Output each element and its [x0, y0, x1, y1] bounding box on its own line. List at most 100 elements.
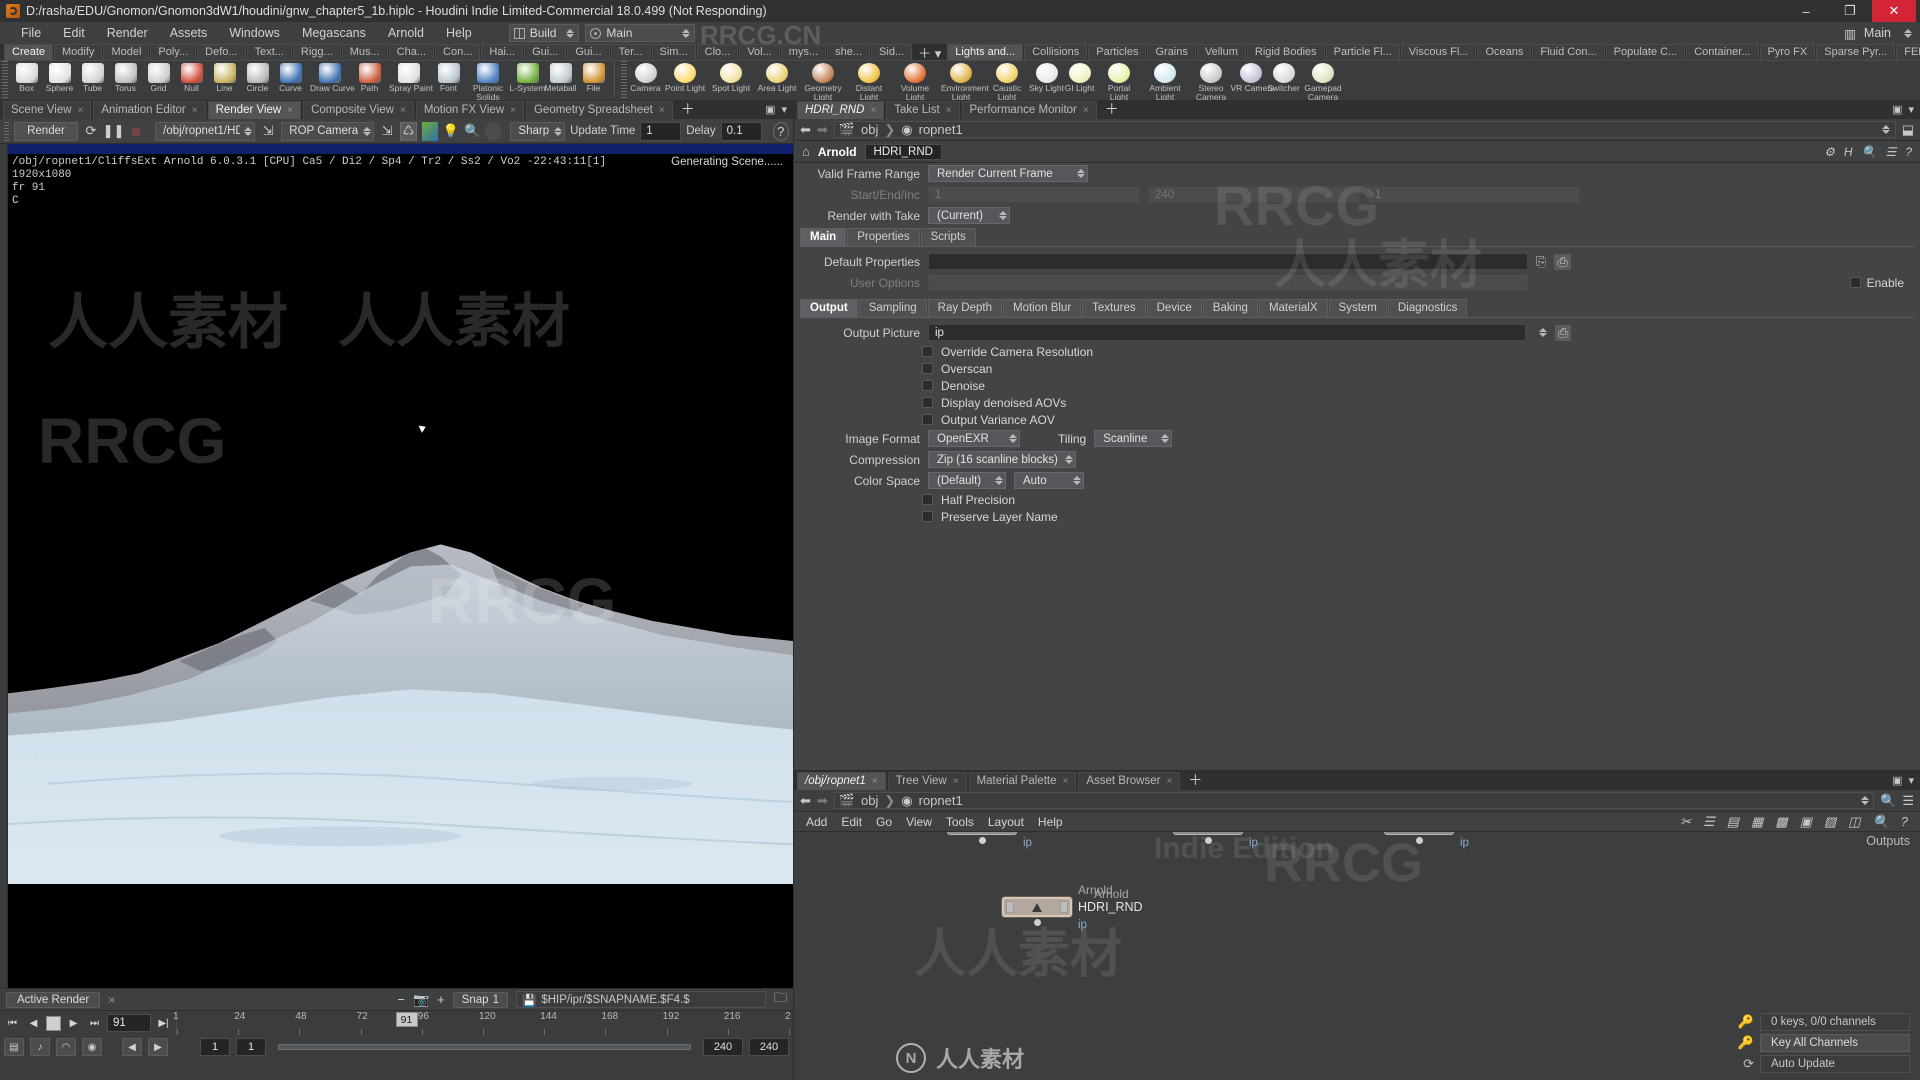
shelf-rtab-3[interactable]: Grains: [1147, 44, 1196, 60]
color-space-select[interactable]: (Default): [928, 472, 1006, 489]
zoom-icon[interactable]: 🔍: [464, 122, 480, 141]
tiling-spinner-icon[interactable]: [1160, 434, 1169, 443]
shelf-item-stereo-camera[interactable]: Stereo Camera: [1188, 61, 1234, 102]
path-spinner-icon[interactable]: [1882, 125, 1891, 134]
tab-close-icon[interactable]: ×: [400, 104, 406, 117]
shelf-tab-8[interactable]: Cha...: [388, 44, 435, 60]
jump-to-end-button[interactable]: ⏭: [86, 1015, 103, 1032]
menu-arnold[interactable]: Arnold: [377, 22, 435, 44]
shelf-item-environment-light[interactable]: Environment Light: [938, 61, 989, 102]
range-start2-input[interactable]: 1: [236, 1038, 266, 1056]
range-start-input[interactable]: 1: [200, 1038, 230, 1056]
snapshot-path-field[interactable]: 💾 $HIP/ipr/$SNAPNAME.$F4.$: [515, 991, 766, 1008]
shelf-rtab-12[interactable]: Pyro FX: [1759, 44, 1816, 60]
help-icon[interactable]: ?: [772, 121, 789, 141]
network-menu-layout[interactable]: Layout: [988, 815, 1024, 829]
network-menu-go[interactable]: Go: [876, 815, 892, 829]
net-paint-icon[interactable]: ▣: [1800, 814, 1812, 830]
compression-spinner-icon[interactable]: [1064, 455, 1073, 464]
net-path-spinner-icon[interactable]: [1860, 796, 1869, 805]
node-flag-right[interactable]: [1060, 901, 1068, 913]
tab-close-icon[interactable]: ×: [1166, 775, 1172, 788]
compression-select[interactable]: Zip (16 scanline blocks): [928, 451, 1076, 468]
filter-selector[interactable]: Sharp: [510, 121, 566, 141]
play-button[interactable]: ▶: [65, 1015, 82, 1032]
menu-megascans[interactable]: Megascans: [291, 22, 377, 44]
gear-icon[interactable]: ⚙: [1824, 145, 1835, 159]
tab-render-view[interactable]: Render View ×: [207, 100, 302, 119]
checkbox-override-camera-resolution[interactable]: [922, 346, 933, 357]
toolbar-grip[interactable]: [4, 121, 10, 141]
net-forward-arrow-icon[interactable]: ➡: [817, 793, 828, 809]
shelf-item-gamepad-camera[interactable]: Gamepad Camera: [1300, 61, 1346, 102]
stop-playback-button[interactable]: [46, 1015, 61, 1031]
shelf-item-draw-curve[interactable]: Draw Curve: [307, 61, 355, 93]
node-output-connector[interactable]: [1415, 837, 1423, 844]
inc-frame-input[interactable]: 1: [1368, 186, 1580, 203]
network-node-beauty_cliff1[interactable]: [1384, 832, 1454, 844]
tab-motion-fx-view[interactable]: Motion FX View ×: [415, 100, 524, 119]
menu-windows[interactable]: Windows: [218, 22, 291, 44]
prop-tab-sampling[interactable]: Sampling: [858, 299, 927, 317]
network-breadcrumb[interactable]: 🎬 obj ❯ ◉ ropnet1: [833, 792, 1875, 809]
shelf-add-tab-button[interactable]: ＋ ▾: [913, 47, 946, 60]
default-properties-copy-icon[interactable]: ⎘: [1536, 254, 1546, 270]
section-tab-properties[interactable]: Properties: [847, 228, 920, 246]
menu-render[interactable]: Render: [96, 22, 159, 44]
shelf-item-vr-camera[interactable]: VR Camera: [1231, 61, 1275, 93]
network-pane-maximize-icon[interactable]: ▣: [1892, 774, 1902, 787]
shelf-tab-4[interactable]: Defo...: [197, 44, 246, 60]
output-picture-input[interactable]: ip: [928, 324, 1526, 341]
breadcrumb-obj[interactable]: obj: [861, 122, 878, 137]
shelf-item-portal-light[interactable]: Portal Light: [1096, 61, 1142, 102]
image-format-select[interactable]: OpenEXR: [928, 430, 1020, 447]
net-grid-icon[interactable]: ▦: [1751, 814, 1763, 830]
shelf-tab-6[interactable]: Rigg...: [292, 44, 341, 60]
rop-picker-icon[interactable]: ⇲: [260, 122, 276, 141]
shelf-tab-9[interactable]: Con...: [435, 44, 481, 60]
checkbox-output-variance-aov[interactable]: [922, 414, 933, 425]
shelf-rtab-11[interactable]: Container...: [1686, 44, 1759, 60]
node-body[interactable]: [947, 832, 1017, 835]
shelf-tab-12[interactable]: Gui...: [567, 44, 610, 60]
key-icon[interactable]: 🔑: [1738, 1014, 1754, 1030]
snap-mode-icon[interactable]: ◠: [56, 1038, 76, 1056]
snapshot-camera-icon[interactable]: 📷: [413, 992, 429, 1008]
net-breadcrumb-obj[interactable]: obj: [861, 793, 878, 808]
audio-icon[interactable]: ♪: [30, 1038, 50, 1056]
color-space-auto-select[interactable]: Auto: [1014, 472, 1084, 489]
shelf-item-metaball[interactable]: Metaball: [544, 61, 577, 93]
default-properties-edit-icon[interactable]: ⎙: [1554, 253, 1571, 270]
shelf-item-tube[interactable]: Tube: [76, 61, 109, 93]
section-tab-scripts[interactable]: Scripts: [920, 228, 976, 246]
shelf-item-torus[interactable]: Torus: [109, 61, 142, 93]
tab-add-tab-button[interactable]: ＋: [1182, 773, 1208, 787]
net-help-icon[interactable]: ?: [1901, 814, 1908, 830]
jump-to-start-button[interactable]: ⏮: [4, 1015, 21, 1032]
camera-selector[interactable]: ROP Camera: [281, 121, 375, 141]
shelf-tab-16[interactable]: Vol...: [739, 44, 780, 60]
shelf-item-geometry-light[interactable]: Geometry Light: [800, 61, 846, 102]
net-grid2-icon[interactable]: ▩: [1775, 814, 1787, 830]
network-menu-tools[interactable]: Tools: [946, 815, 974, 829]
active-render-tab[interactable]: Active Render: [6, 991, 101, 1008]
node-body[interactable]: [1384, 832, 1454, 835]
shelf-rtab-7[interactable]: Viscous Fl...: [1400, 44, 1477, 60]
rop-path-spinner-icon[interactable]: [244, 126, 253, 136]
tab-close-icon[interactable]: ×: [946, 104, 952, 117]
shelf-rtab-6[interactable]: Particle Fl...: [1325, 44, 1400, 60]
network-menu-help[interactable]: Help: [1038, 815, 1063, 829]
menu-assets[interactable]: Assets: [159, 22, 219, 44]
node-flag-left[interactable]: [1006, 901, 1014, 913]
prop-tab-materialx[interactable]: MaterialX: [1258, 299, 1328, 317]
shelf-item-platonic-solids[interactable]: Platonic Solids: [465, 61, 511, 102]
output-picture-browse-icon[interactable]: ⎙: [1555, 324, 1572, 341]
breadcrumb-ropnet1[interactable]: ropnet1: [919, 122, 963, 137]
prop-tab-motion-blur[interactable]: Motion Blur: [1002, 299, 1082, 317]
histogram-icon[interactable]: H: [1844, 145, 1853, 159]
shelf-item-ambient-light[interactable]: Ambient Light: [1142, 61, 1188, 102]
shelf-item-distant-light[interactable]: Distant Light: [846, 61, 892, 102]
net-list-icon[interactable]: ☰: [1703, 814, 1715, 830]
shelf-rtab-4[interactable]: Vellum: [1196, 44, 1246, 60]
shelf-tab-19[interactable]: Sid...: [871, 44, 913, 60]
